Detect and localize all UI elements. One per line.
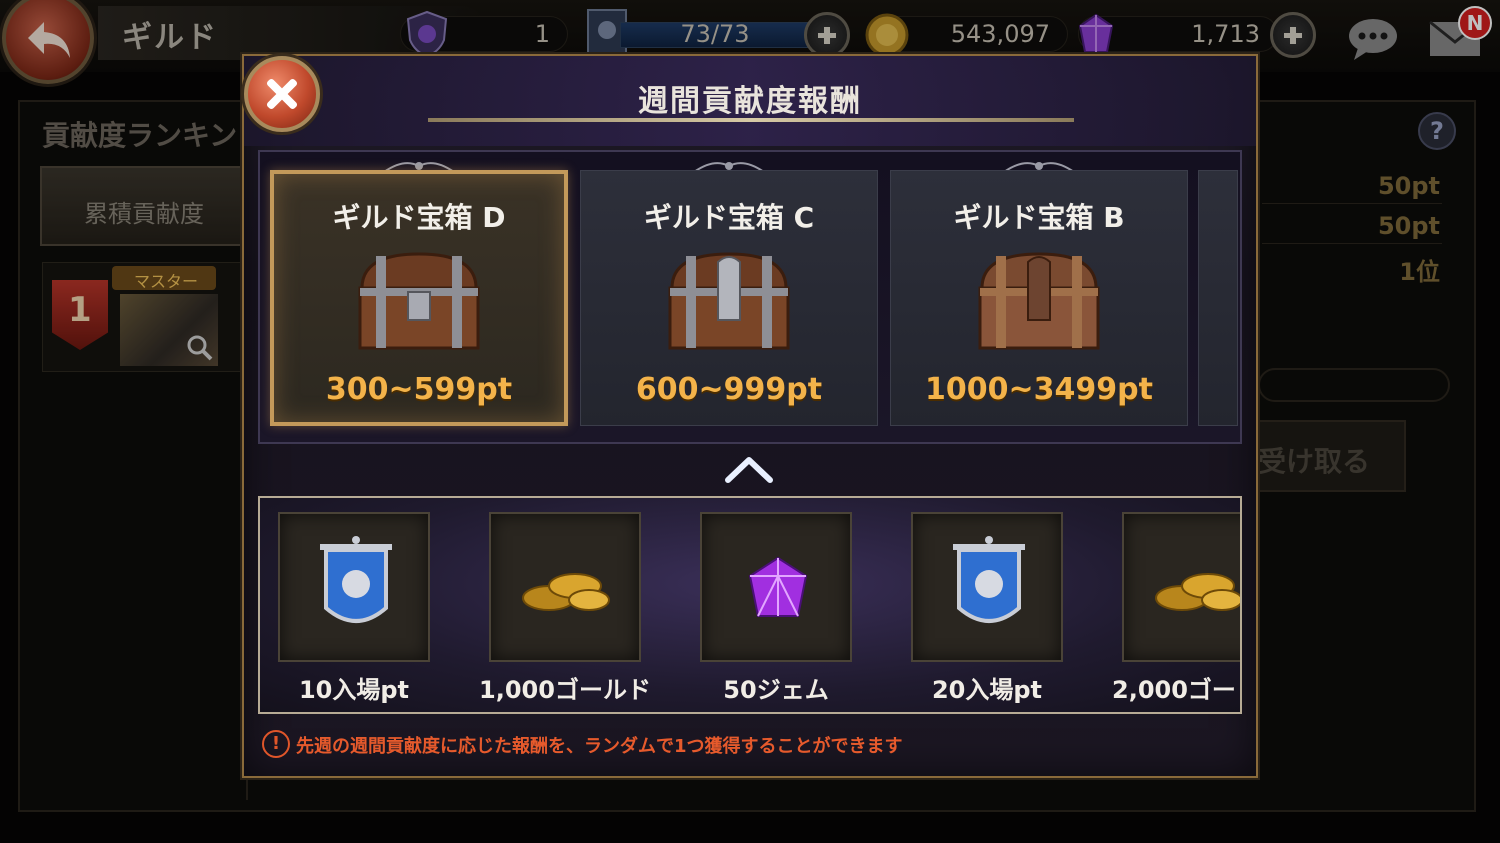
chest-name: ギルド宝箱 D	[332, 201, 506, 234]
chest-card-next[interactable]	[1198, 170, 1238, 426]
reward-slot[interactable]	[700, 512, 852, 662]
reward-slot[interactable]	[489, 512, 641, 662]
title-underline	[428, 118, 1074, 122]
close-button[interactable]	[244, 56, 320, 132]
notice-text: 先週の週間貢献度に応じた報酬を、ランダムで1つ獲得することができます	[296, 736, 903, 757]
reward-label: 10入場pt	[298, 676, 410, 704]
guild-banner-icon	[320, 536, 392, 623]
reward-slot[interactable]	[911, 512, 1063, 662]
chest-name: ギルド宝箱 C	[643, 201, 815, 234]
reward-label: 2,000ゴー	[1112, 676, 1236, 704]
wooden-chest-icon	[668, 252, 790, 350]
guild-banner-icon	[953, 536, 1025, 623]
chest-point-range: 600~999pt	[635, 372, 823, 407]
reward-slot[interactable]	[1122, 512, 1240, 662]
reward-slot[interactable]	[278, 512, 430, 662]
chest-point-range: 1000~3499pt	[925, 372, 1153, 407]
chest-name: ギルド宝箱 B	[953, 201, 1125, 234]
bronze-chest-icon	[978, 252, 1100, 350]
wooden-chest-icon	[358, 252, 480, 350]
gold-coins-icon	[522, 573, 610, 611]
reward-list: 10入場pt 1,000ゴールド 50ジェム 20入場pt 2,000ゴー	[258, 496, 1242, 714]
reward-label: 20入場pt	[931, 676, 1043, 704]
purple-gem-icon	[748, 556, 808, 617]
reward-label: 1,000ゴールド	[479, 676, 651, 704]
gold-coins-icon	[1155, 573, 1240, 611]
warning-icon: !	[262, 730, 290, 758]
reward-label: 50ジェム	[723, 676, 829, 704]
chevron-up-icon[interactable]	[724, 454, 774, 484]
modal-title: 週間貢献度報酬	[638, 84, 862, 119]
chest-point-range: 300~599pt	[325, 372, 513, 407]
